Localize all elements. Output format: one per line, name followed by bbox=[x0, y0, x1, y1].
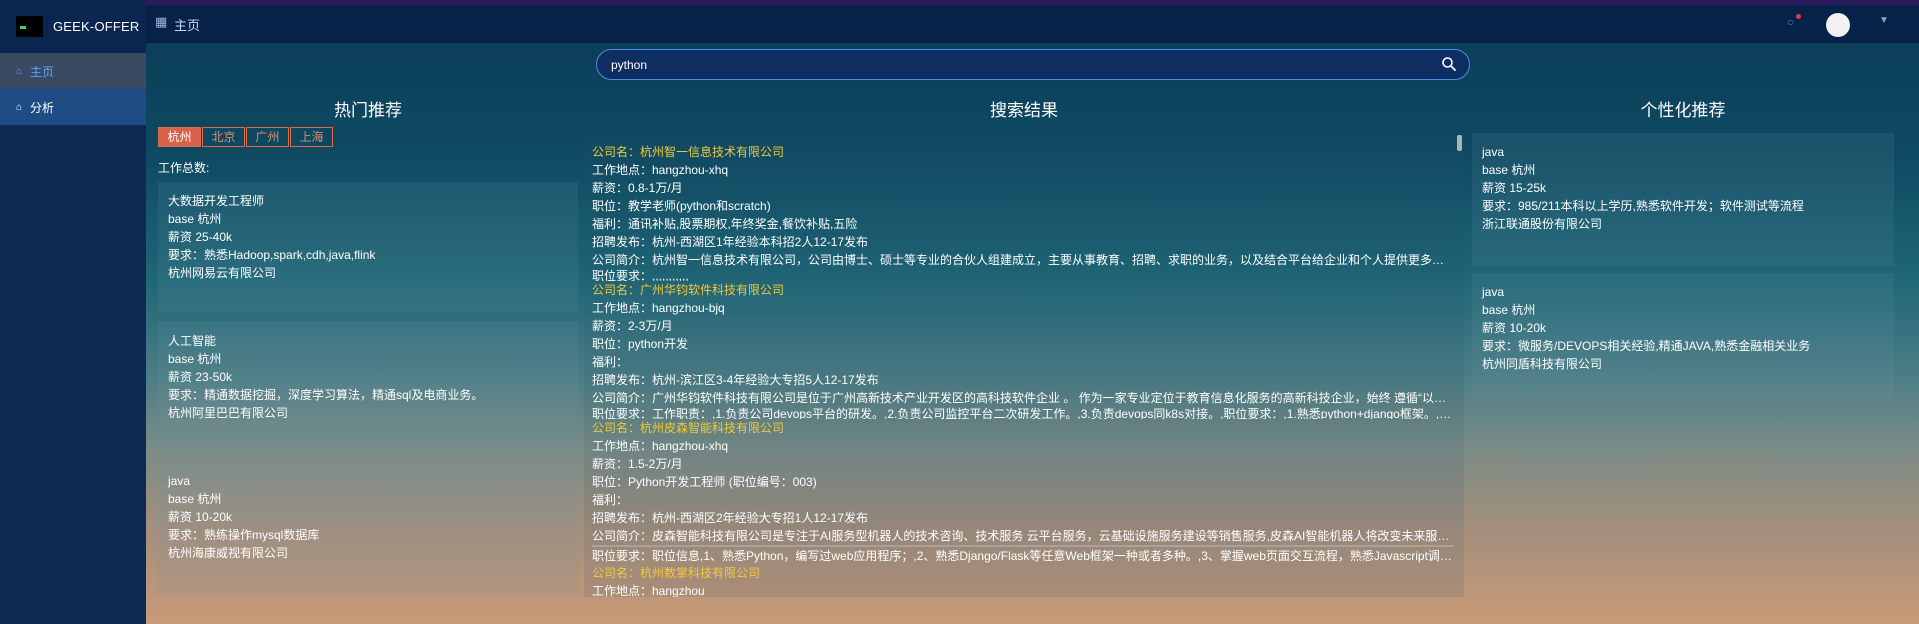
result-location: 工作地点：hangzhou bbox=[592, 584, 705, 597]
hot-job-card[interactable]: java base 杭州 薪资 10-20k 要求：熟练操作mysql数据库 杭… bbox=[158, 462, 578, 595]
logo-text: GEEK-OFFER bbox=[53, 19, 140, 34]
home-icon: ⌂ bbox=[16, 65, 23, 77]
logo: GEEK-OFFER bbox=[0, 0, 146, 53]
search-icon[interactable] bbox=[1441, 56, 1457, 72]
hot-job-card[interactable]: 人工智能 base 杭州 薪资 23-50k 要求：精通数据挖掘，深度学习算法，… bbox=[158, 322, 578, 452]
job-title: 人工智能 bbox=[168, 334, 217, 348]
job-company: 浙江联通股份有限公司 bbox=[1482, 217, 1603, 231]
result-location: 工作地点：hangzhou-xhq bbox=[592, 439, 729, 453]
result-requirement: 职位要求：职位信息,1、熟悉Python，编写过web应用程序；,2、熟悉Dja… bbox=[592, 545, 1454, 565]
personal-job-card[interactable]: java base 杭州 薪资 10-20k 要求：微服务/DEVOPS相关经验… bbox=[1472, 273, 1894, 406]
result-publish: 招聘发布：杭州-西湖区2年经验大专招1人12-17发布 bbox=[592, 511, 869, 525]
grid-menu-icon[interactable]: ▦ bbox=[155, 14, 167, 30]
topbar: ▦ 主页 ○ ▼ bbox=[146, 5, 1919, 43]
job-requirement: 要求：精通数据挖掘，深度学习算法，精通sql及电商业务。 bbox=[168, 388, 484, 402]
chevron-down-icon[interactable]: ▼ bbox=[1879, 15, 1889, 26]
result-position: 职位：python开发 bbox=[592, 337, 689, 351]
result-publish: 招聘发布：杭州-西湖区1年经验本科招2人12-17发布 bbox=[592, 235, 869, 249]
job-title: java bbox=[1482, 285, 1505, 299]
breadcrumb[interactable]: 主页 bbox=[174, 15, 200, 34]
result-company[interactable]: 公司名：杭州皮森智能科技有限公司 bbox=[592, 419, 1454, 437]
job-base: base 杭州 bbox=[168, 212, 222, 226]
job-salary: 薪资 23-50k bbox=[168, 370, 233, 384]
result-item[interactable]: 公司名：杭州智一信息技术有限公司 工作地点：hangzhou-xhq 薪资：0.… bbox=[584, 143, 1454, 281]
job-requirement: 要求：985/211本科以上学历,熟悉软件开发；软件测试等流程 bbox=[1482, 199, 1804, 213]
job-salary: 薪资 10-20k bbox=[168, 510, 233, 524]
job-company: 杭州阿里巴巴有限公司 bbox=[168, 406, 289, 420]
search-results-panel[interactable]: 公司名：杭州智一信息技术有限公司 工作地点：hangzhou-xhq 薪资：0.… bbox=[584, 133, 1464, 597]
job-company: 杭州同盾科技有限公司 bbox=[1482, 357, 1603, 371]
result-salary: 薪资：1.5-2万/月 bbox=[592, 457, 683, 471]
job-salary: 薪资 10-20k bbox=[1482, 321, 1547, 335]
job-title: java bbox=[168, 474, 191, 488]
job-title: 大数据开发工程师 bbox=[168, 194, 265, 208]
result-intro: 公司简介：皮森智能科技有限公司是专注于AI服务型机器人的技术咨询、技术服务 云平… bbox=[592, 529, 1454, 543]
result-publish: 招聘发布：杭州-滨江区3-4年经验大专招5人12-17发布 bbox=[592, 373, 879, 387]
tab-shanghai[interactable]: 上海 bbox=[290, 127, 333, 147]
tab-guangzhou[interactable]: 广州 bbox=[246, 127, 289, 147]
job-base: base 杭州 bbox=[1482, 163, 1536, 177]
results-section-title: 搜索结果 bbox=[990, 101, 1058, 121]
sidebar-item-home[interactable]: ⌂ 主页 bbox=[0, 53, 146, 89]
sidebar: GEEK-OFFER ⌂ 主页 ⌂ 分析 bbox=[0, 0, 146, 624]
scrollbar-thumb[interactable] bbox=[1457, 135, 1462, 151]
sidebar-item-label: 分析 bbox=[30, 100, 55, 115]
avatar[interactable] bbox=[1826, 13, 1850, 37]
result-welfare: 福利： bbox=[592, 355, 629, 369]
result-intro: 公司简介：广州华钧软件科技有限公司是位于广州高新技术产业开发区的高科技软件企业 … bbox=[592, 391, 1454, 405]
personal-job-card[interactable]: java base 杭州 薪资 15-25k 要求：985/211本科以上学历,… bbox=[1472, 133, 1894, 266]
result-salary: 薪资：0.8-1万/月 bbox=[592, 181, 683, 195]
result-welfare: 福利：通讯补贴,股票期权,年终奖金,餐饮补贴,五险 bbox=[592, 217, 858, 231]
result-position: 职位：Python开发工程师 (职位编号：003) bbox=[592, 475, 817, 489]
job-requirement: 要求：熟练操作mysql数据库 bbox=[168, 528, 320, 542]
result-item[interactable]: 公司名：杭州数掌科技有限公司 工作地点：hangzhou bbox=[584, 564, 1454, 597]
job-company: 杭州海康威视有限公司 bbox=[168, 546, 289, 560]
result-intro: 公司简介：杭州智一信息技术有限公司，公司由博士、硕士等专业的合伙人组建成立，主要… bbox=[592, 253, 1454, 267]
result-location: 工作地点：hangzhou-bjq bbox=[592, 301, 725, 315]
job-requirement: 要求：熟悉Hadoop,spark,cdh,java,flink bbox=[168, 248, 376, 262]
personal-section-title: 个性化推荐 bbox=[1640, 101, 1726, 121]
result-location: 工作地点：hangzhou-xhq bbox=[592, 163, 729, 177]
job-base: base 杭州 bbox=[1482, 303, 1536, 317]
result-item[interactable]: 公司名：杭州皮森智能科技有限公司 工作地点：hangzhou-xhq 薪资：1.… bbox=[584, 419, 1454, 566]
result-salary: 薪资：2-3万/月 bbox=[592, 319, 673, 333]
hot-job-card[interactable]: 大数据开发工程师 base 杭州 薪资 25-40k 要求：熟悉Hadoop,s… bbox=[158, 182, 578, 312]
result-requirement: 职位要求：,,,,,,,,,,, bbox=[592, 269, 689, 281]
result-company[interactable]: 公司名：杭州数掌科技有限公司 bbox=[592, 564, 1454, 582]
sidebar-item-analysis[interactable]: ⌂ 分析 bbox=[0, 89, 146, 125]
result-company[interactable]: 公司名：广州华钧软件科技有限公司 bbox=[592, 281, 1454, 299]
job-requirement: 要求：微服务/DEVOPS相关经验,精通JAVA,熟悉金融相关业务 bbox=[1482, 339, 1811, 353]
logo-icon bbox=[16, 16, 43, 37]
job-salary: 薪资 25-40k bbox=[168, 230, 233, 244]
home-icon: ⌂ bbox=[16, 101, 23, 113]
job-company: 杭州网易云有限公司 bbox=[168, 266, 277, 280]
total-jobs-label: 工作总数: bbox=[158, 161, 210, 175]
search-input[interactable] bbox=[611, 56, 1431, 74]
hot-section-title: 热门推荐 bbox=[334, 101, 402, 121]
result-item[interactable]: 公司名：广州华钧软件科技有限公司 工作地点：hangzhou-bjq 薪资：2-… bbox=[584, 281, 1454, 419]
tab-hangzhou[interactable]: 杭州 bbox=[158, 127, 201, 147]
sidebar-item-label: 主页 bbox=[30, 64, 55, 79]
tab-beijing[interactable]: 北京 bbox=[202, 127, 245, 147]
notification-dot bbox=[1796, 14, 1801, 19]
job-title: java bbox=[1482, 145, 1505, 159]
hot-recommend-panel: 杭州 北京 广州 上海 工作总数: 大数据开发工程师 base 杭州 薪资 25… bbox=[158, 127, 578, 597]
result-position: 职位：教学老师(python和scratch) bbox=[592, 199, 771, 213]
main-content: ▦ 主页 ○ ▼ 热门推荐 搜索结果 个性化推荐 杭州 北京 广州 上海 工作总… bbox=[146, 0, 1919, 624]
result-company[interactable]: 公司名：杭州智一信息技术有限公司 bbox=[592, 143, 1454, 161]
result-welfare: 福利： bbox=[592, 493, 629, 507]
job-base: base 杭州 bbox=[168, 492, 222, 506]
city-tabs: 杭州 北京 广州 上海 bbox=[158, 127, 578, 147]
search-bar bbox=[596, 49, 1470, 80]
job-base: base 杭州 bbox=[168, 352, 222, 366]
job-salary: 薪资 15-25k bbox=[1482, 181, 1547, 195]
result-requirement: 职位要求：工作职责：,1.负责公司devops平台的研发。,2.负责公司监控平台… bbox=[592, 407, 1454, 419]
